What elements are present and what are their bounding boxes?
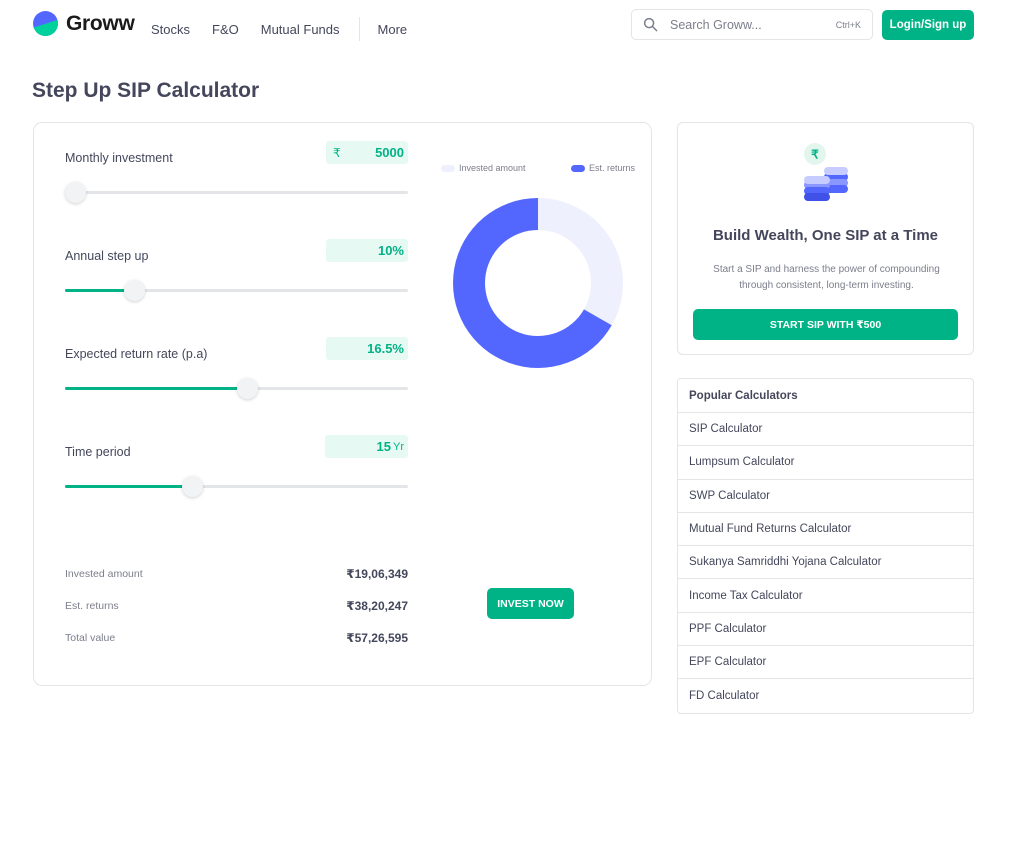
summary-label: Total value [65,632,116,644]
annual-step-up-input[interactable]: 10% [326,239,408,262]
list-item-sip-calculator[interactable]: SIP Calculator [678,413,973,447]
search-shortcut-hint: Ctrl+K [835,19,861,30]
nav-item-mutual-funds[interactable]: Mutual Funds [261,22,340,37]
donut-slice-invested [538,198,623,326]
summary-est-returns: Est. returns ₹38,20,247 [65,599,408,613]
invest-now-button[interactable]: INVEST NOW [487,588,574,619]
promo-description: Start a SIP and harness the power of com… [713,264,940,291]
summary-invested: Invested amount ₹19,06,349 [65,567,408,581]
popular-calculators-list: Popular Calculators SIP Calculator Lumps… [677,378,974,714]
main-nav: Stocks F&O Mutual Funds More [151,17,429,41]
list-item-income-tax-calculator[interactable]: Income Tax Calculator [678,579,973,613]
list-item-mutual-fund-returns-calculator[interactable]: Mutual Fund Returns Calculator [678,513,973,547]
nav-item-stocks[interactable]: Stocks [151,22,190,37]
input-value: 5000 [375,145,404,160]
calculator-card: Monthly investment ₹ 5000 Annual step up… [33,122,652,686]
time-period-slider[interactable] [65,476,408,497]
rupee-badge-symbol: ₹ [811,148,819,162]
brand-name: Groww [66,11,135,35]
slider-thumb[interactable] [65,182,87,203]
returns-donut-chart [453,198,623,368]
monthly-investment-slider[interactable] [65,182,408,203]
sip-promo-card: ₹ Build Wealth, One SIP at a Time Start … [677,122,974,355]
legend-label: Est. returns [589,163,636,173]
input-value: 15 [376,439,391,454]
input-unit: Yr [393,440,404,453]
nav-item-more[interactable]: More [378,22,408,37]
slider-thumb[interactable] [236,378,258,399]
list-item-lumpsum-calculator[interactable]: Lumpsum Calculator [678,446,973,480]
expected-return-input[interactable]: 16.5% [326,337,408,360]
legend-label: Invested amount [459,163,526,173]
summary-label: Invested amount [65,568,143,580]
legend-invested: Invested amount [441,163,526,173]
start-sip-button[interactable]: START SIP WITH ₹500 [693,309,958,340]
groww-logo-icon [33,11,58,36]
input-label: Annual step up [65,249,149,263]
summary-label: Est. returns [65,600,119,612]
popular-calculators-title: Popular Calculators [678,379,973,413]
annual-step-up-slider[interactable] [65,280,408,301]
monthly-investment-input[interactable]: ₹ 5000 [326,141,408,164]
coins-stack-icon: ₹ [804,143,848,201]
input-label: Expected return rate (p.a) [65,347,208,361]
summary-value: ₹57,26,595 [346,631,408,645]
nav-divider [358,17,360,41]
slider-thumb[interactable] [123,280,145,301]
slider-fill [65,485,192,488]
list-item-swp-calculator[interactable]: SWP Calculator [678,480,973,513]
summary-value: ₹38,20,247 [346,599,408,613]
legend-returns: Est. returns [571,163,635,173]
login-signup-button[interactable]: Login/Sign up [882,10,974,40]
time-period-input[interactable]: 15 Yr [325,435,408,458]
list-item-sukanya-samriddhi-yojana-calculator[interactable]: Sukanya Samriddhi Yojana Calculator [678,546,973,580]
promo-title: Build Wealth, One SIP at a Time [712,227,939,244]
input-label: Time period [65,445,131,459]
search-bar[interactable]: Ctrl+K [631,9,873,40]
nav-item-fno[interactable]: F&O [212,22,239,37]
summary-value: ₹19,06,349 [346,567,408,581]
search-input[interactable] [670,17,820,32]
legend-swatch-returns [571,164,585,172]
page-title: Step Up SIP Calculator [32,79,260,102]
groww-logo[interactable]: Groww [33,11,135,36]
input-value: 10% [377,243,404,258]
input-value: 16.5% [367,341,404,356]
slider-fill [65,387,247,390]
legend-swatch-invested [441,164,455,172]
search-icon [643,17,658,32]
top-header: Groww Stocks F&O Mutual Funds More Ctrl+… [0,0,1024,50]
expected-return-slider[interactable] [65,378,408,399]
summary-total-value: Total value ₹57,26,595 [65,631,408,645]
input-label: Monthly investment [65,151,173,165]
slider-thumb[interactable] [181,476,203,497]
list-item-ppf-calculator[interactable]: PPF Calculator [678,613,973,647]
rupee-prefix: ₹ [333,145,341,160]
list-item-epf-calculator[interactable]: EPF Calculator [678,646,973,680]
list-item-fd-calculator[interactable]: FD Calculator [678,679,973,712]
